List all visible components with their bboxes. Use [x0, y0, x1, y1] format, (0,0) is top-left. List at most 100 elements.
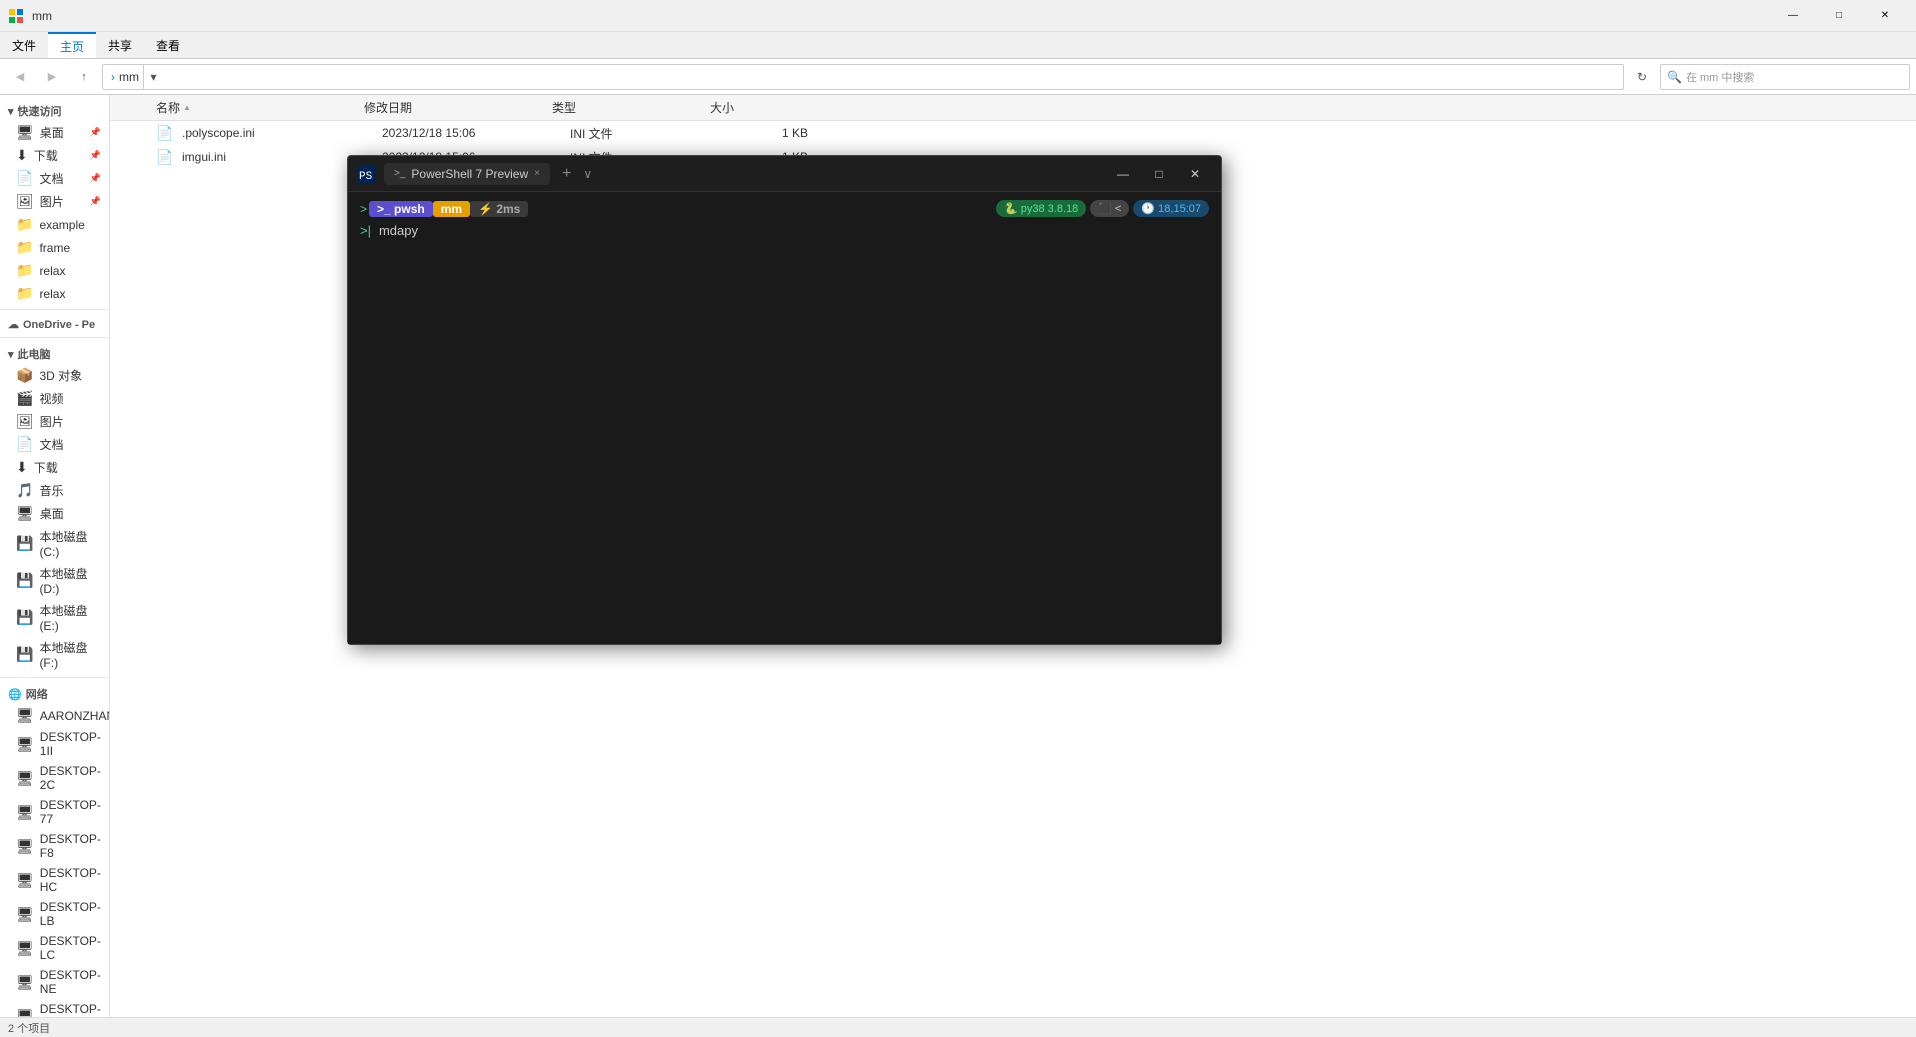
- sidebar-network-desktop2[interactable]: 🖥 DESKTOP-2C: [0, 761, 109, 795]
- downloads-icon: ⬇: [16, 147, 28, 164]
- tab-home[interactable]: 主页: [48, 32, 96, 58]
- sidebar-item-relax2[interactable]: 📁 relax: [0, 282, 109, 305]
- path-segment-mm[interactable]: mm: [119, 70, 139, 84]
- ps-badge-time: ⚡ 2ms: [470, 201, 528, 217]
- status-bar: 2 个项目: [0, 1017, 1916, 1037]
- ps-status-right: 🐍 py38 3.8.18 ⬛ < 🕐 18,15:07: [996, 200, 1209, 217]
- ps-maximize-button[interactable]: □: [1141, 156, 1177, 192]
- sidebar-item-downloads[interactable]: ⬇ 下载 📌: [0, 144, 109, 167]
- col-header-type[interactable]: 类型: [552, 99, 702, 116]
- network-pc-icon: 🖥: [16, 707, 34, 724]
- network-pc-icon4: 🖥: [16, 804, 34, 821]
- quick-access-header[interactable]: ▾ 快速访问: [0, 99, 109, 121]
- tab-share[interactable]: 共享: [96, 32, 144, 58]
- sidebar-item-3d[interactable]: 📦 3D 对象: [0, 364, 109, 387]
- ps-add-tab-button[interactable]: +: [558, 165, 575, 183]
- sidebar-network-desktop4[interactable]: 🖥 DESKTOP-F8: [0, 829, 109, 863]
- 3d-icon: 📦: [16, 367, 33, 384]
- sidebar-item-desktop2[interactable]: 🖥 桌面: [0, 502, 109, 525]
- ps-close-tab[interactable]: ×: [534, 168, 540, 179]
- address-path[interactable]: › mm ▾: [102, 64, 1624, 90]
- ps-command[interactable]: mdapy: [379, 223, 418, 238]
- col-header-modified[interactable]: 修改日期: [364, 99, 544, 116]
- network-header[interactable]: 🌐 网络: [0, 682, 109, 704]
- sidebar-drive-e[interactable]: 💾 本地磁盘 (E:): [0, 599, 109, 636]
- ps-status-time: 🕐 18,15:07: [1133, 200, 1209, 217]
- sidebar-item-relax1[interactable]: 📁 relax: [0, 259, 109, 282]
- back-button[interactable]: ◀: [6, 63, 34, 91]
- sidebar-item-frame[interactable]: 📁 frame: [0, 236, 109, 259]
- close-button[interactable]: ✕: [1862, 0, 1908, 32]
- sidebar-divider1: [0, 309, 109, 310]
- sidebar-item-documents2[interactable]: 📄 文档: [0, 433, 109, 456]
- sidebar-drive-f[interactable]: 💾 本地磁盘 (F:): [0, 636, 109, 673]
- ps-status-py: 🐍 py38 3.8.18: [996, 200, 1086, 217]
- ps-cmd-line: >| mdapy: [360, 223, 1209, 238]
- sidebar-divider3: [0, 677, 109, 678]
- minimize-button[interactable]: —: [1770, 0, 1816, 32]
- title-bar: mm — □ ✕: [0, 0, 1916, 32]
- ps-title-bar: PS >_ PowerShell 7 Preview × + ∨ — □ ✕: [348, 156, 1221, 192]
- onedrive-header[interactable]: ☁ OneDrive - Pe: [0, 314, 109, 333]
- forward-button[interactable]: ▶: [38, 63, 66, 91]
- col-header-size[interactable]: 大小: [710, 99, 790, 116]
- sidebar-network-aaronzhan[interactable]: 🖥 AARONZHAN: [0, 704, 109, 727]
- ps-dropdown-button[interactable]: ∨: [583, 167, 592, 181]
- drive-e-icon: 💾: [16, 609, 33, 626]
- sidebar-item-pictures[interactable]: 🖼 图片 📌: [0, 190, 109, 213]
- powershell-window: PS >_ PowerShell 7 Preview × + ∨ — □ ✕ >…: [347, 155, 1222, 645]
- sidebar-divider2: [0, 337, 109, 338]
- sidebar: ▾ 快速访问 🖥 桌面 📌 ⬇ 下载 📌 📄 文档 📌 🖼 图片 📌 📁 exa…: [0, 95, 110, 1017]
- folder-icon-example: 📁: [16, 216, 33, 233]
- sidebar-network-desktop6[interactable]: 🖥 DESKTOP-LB: [0, 897, 109, 931]
- folder-icon-frame: 📁: [16, 239, 33, 256]
- pictures2-icon: 🖼: [16, 413, 34, 430]
- path-chevron: ›: [111, 70, 115, 84]
- ps-content: > >_ pwsh mm ⚡ 2ms 🐍 py38 3.8.18 ⬛ < 🕐 1…: [348, 192, 1221, 644]
- sidebar-item-example[interactable]: 📁 example: [0, 213, 109, 236]
- search-box[interactable]: 🔍 在 mm 中搜索: [1660, 64, 1910, 90]
- desktop-icon: 🖥: [16, 124, 34, 141]
- sidebar-drive-d[interactable]: 💾 本地磁盘 (D:): [0, 562, 109, 599]
- refresh-button[interactable]: ↻: [1628, 63, 1656, 91]
- sidebar-item-music[interactable]: 🎵 音乐: [0, 479, 109, 502]
- tab-file[interactable]: 文件: [0, 32, 48, 58]
- sidebar-network-desktop1[interactable]: 🖥 DESKTOP-1II: [0, 727, 109, 761]
- drive-f-icon: 💾: [16, 646, 33, 663]
- sidebar-item-documents[interactable]: 📄 文档 📌: [0, 167, 109, 190]
- this-pc-header[interactable]: ▾ 此电脑: [0, 342, 109, 364]
- search-icon: 🔍: [1667, 70, 1682, 84]
- ps-close-button[interactable]: ✕: [1177, 156, 1213, 192]
- svg-text:PS: PS: [359, 171, 373, 183]
- address-dropdown[interactable]: ▾: [143, 64, 163, 90]
- window-icon: [8, 8, 24, 24]
- music-icon: 🎵: [16, 482, 33, 499]
- column-headers: 名称 ▲ 修改日期 类型 大小: [110, 95, 1916, 121]
- ps-minimize-button[interactable]: —: [1105, 156, 1141, 192]
- up-button[interactable]: ↑: [70, 63, 98, 91]
- sidebar-item-desktop[interactable]: 🖥 桌面 📌: [0, 121, 109, 144]
- sidebar-drive-c[interactable]: 💾 本地磁盘 (C:): [0, 525, 109, 562]
- sidebar-network-desktop3[interactable]: 🖥 DESKTOP-77: [0, 795, 109, 829]
- sidebar-item-downloads2[interactable]: ⬇ 下载: [0, 456, 109, 479]
- network-pc-icon6: 🖥: [16, 872, 34, 889]
- sidebar-network-desktop7[interactable]: 🖥 DESKTOP-LC: [0, 931, 109, 965]
- ps-window-controls: — □ ✕: [1105, 156, 1213, 192]
- documents-icon: 📄: [16, 170, 33, 187]
- ps-tab[interactable]: >_ PowerShell 7 Preview ×: [384, 163, 550, 185]
- tab-view[interactable]: 查看: [144, 32, 192, 58]
- file-item-polyscope[interactable]: 📄 .polyscope.ini 2023/12/18 15:06 INI 文件…: [110, 121, 1916, 145]
- sidebar-network-desktop8[interactable]: 🖥 DESKTOP-NE: [0, 965, 109, 999]
- sidebar-item-pictures2[interactable]: 🖼 图片: [0, 410, 109, 433]
- col-header-name[interactable]: 名称 ▲: [156, 99, 356, 116]
- sidebar-network-desktop5[interactable]: 🖥 DESKTOP-HC: [0, 863, 109, 897]
- network-pc-icon10: 🖥: [16, 1008, 34, 1018]
- folder-icon-relax1: 📁: [16, 262, 33, 279]
- search-placeholder: 在 mm 中搜索: [1686, 69, 1754, 85]
- drive-d-icon: 💾: [16, 572, 33, 589]
- maximize-button[interactable]: □: [1816, 0, 1862, 32]
- ribbon-tabs: 文件 主页 共享 查看: [0, 32, 1916, 58]
- video-icon: 🎬: [16, 390, 33, 407]
- sidebar-item-video[interactable]: 🎬 视频: [0, 387, 109, 410]
- sidebar-network-desktop9[interactable]: 🖥 DESKTOP-OC: [0, 999, 109, 1017]
